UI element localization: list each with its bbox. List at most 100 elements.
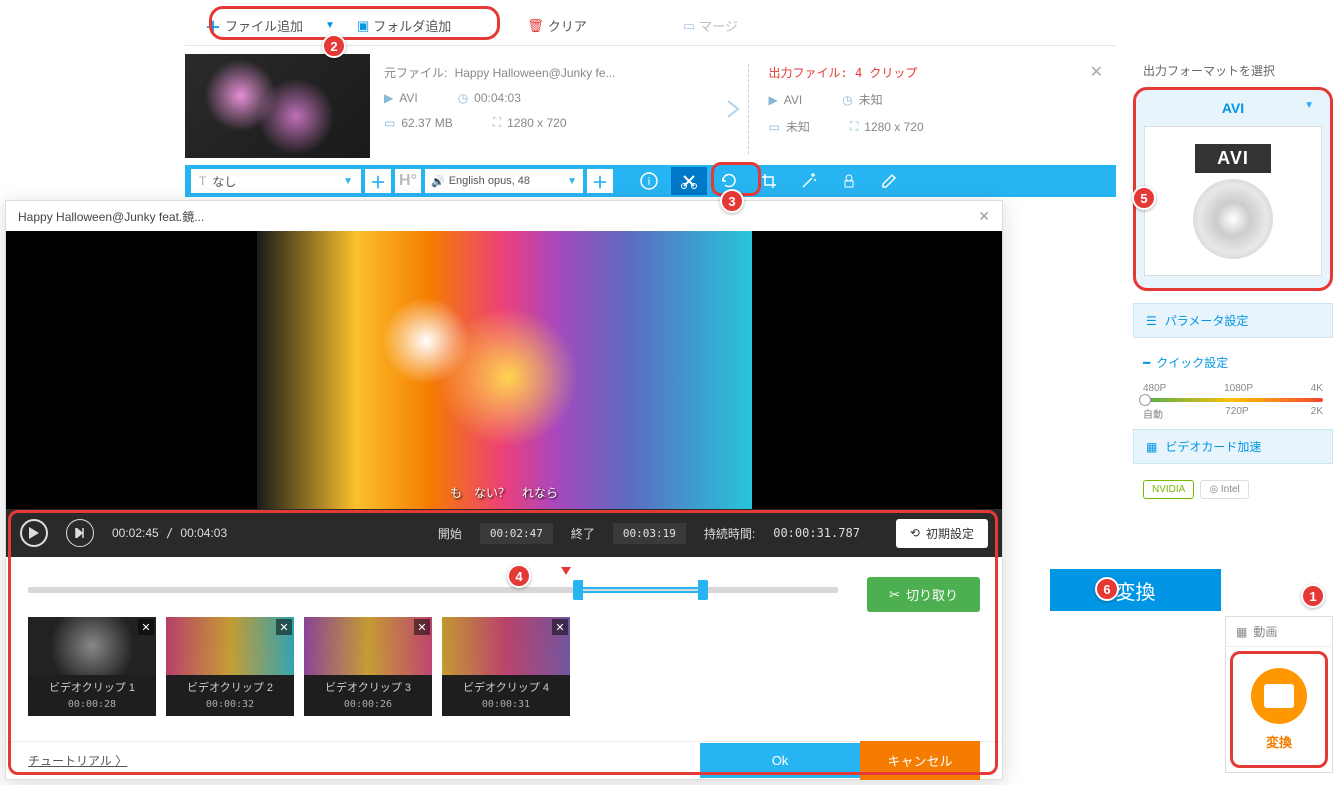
crop-button[interactable] — [751, 167, 787, 195]
tutorial-link[interactable]: チュートリアル 〉 — [28, 752, 127, 769]
quick-settings-label: ━ クイック設定 — [1133, 348, 1333, 377]
timeline-track[interactable] — [28, 587, 838, 593]
output-file-label: 出力ファイル: 4 クリップ — [769, 64, 918, 81]
clock-icon: ◷ — [842, 93, 852, 107]
trim-title: Happy Halloween@Junky feat.鏡... — [18, 208, 204, 225]
clear-label: クリア — [548, 16, 587, 35]
trim-footer: チュートリアル 〉 Ok キャンセル — [6, 741, 1002, 779]
clear-button[interactable]: 🗑 クリア — [519, 12, 595, 39]
gpu-accel-button[interactable]: ▦ ビデオカード加速 — [1133, 429, 1333, 464]
ok-button[interactable]: Ok — [700, 743, 860, 778]
effects-button[interactable] — [791, 167, 827, 195]
cancel-button[interactable]: キャンセル — [860, 741, 980, 780]
folder-icon: ▭ — [384, 116, 395, 130]
step-button[interactable] — [66, 519, 94, 547]
callout-2: 2 — [322, 34, 346, 58]
reset-button[interactable]: ⟲ 初期設定 — [896, 519, 988, 548]
convert-icon — [1251, 668, 1307, 724]
add-audio-button[interactable]: ＋ — [587, 169, 613, 193]
subtitle-settings-button[interactable]: H° — [395, 169, 421, 193]
convert-button[interactable]: 変換 — [1050, 569, 1221, 611]
clock-icon: ◷ — [458, 91, 468, 105]
tab-video[interactable]: ▦ 動画 — [1226, 617, 1332, 647]
remove-clip-icon[interactable]: ✕ — [138, 619, 154, 635]
source-resolution: 1280 x 720 — [507, 116, 566, 130]
start-time-input[interactable]: 00:02:47 — [480, 523, 553, 544]
clip-card[interactable]: ✕ ビデオクリップ 3 00:00:26 — [304, 617, 432, 716]
clip-card[interactable]: ✕ ビデオクリップ 1 00:00:28 — [28, 617, 156, 716]
clips-row: ✕ ビデオクリップ 1 00:00:28 ✕ ビデオクリップ 2 00:00:3… — [6, 609, 1002, 724]
timeline: ✂ 切り取り — [6, 557, 1002, 609]
trim-window: Happy Halloween@Junky feat.鏡... ✕ も ない？ … — [5, 200, 1003, 780]
slider-handle[interactable] — [1139, 394, 1151, 406]
intel-badge: ◎ Intel — [1200, 480, 1248, 499]
duration-value: 00:00:31.787 — [773, 526, 860, 540]
close-icon[interactable]: ✕ — [978, 208, 990, 225]
trim-header: Happy Halloween@Junky feat.鏡... ✕ — [6, 201, 1002, 231]
merge-button[interactable]: ▭ マージ — [675, 12, 746, 39]
playhead-marker[interactable] — [561, 567, 571, 575]
clip-card[interactable]: ✕ ビデオクリップ 2 00:00:32 — [166, 617, 294, 716]
remove-clip-icon[interactable]: ✕ — [276, 619, 292, 635]
audio-track-select[interactable]: 🔊 English opus, 48 ▼ — [425, 169, 583, 193]
end-label: 終了 — [571, 525, 595, 542]
add-file-button[interactable]: ＋ ファイル追加 — [197, 10, 311, 42]
subtitle-select[interactable]: T なし ▼ — [191, 169, 361, 193]
chevron-down-icon: ▼ — [1304, 100, 1314, 111]
parameter-settings-button[interactable]: ☰ パラメータ設定 — [1133, 303, 1333, 338]
add-subtitle-button[interactable]: ＋ — [365, 169, 391, 193]
close-icon[interactable]: ✕ — [1090, 62, 1103, 82]
selection-span — [583, 587, 698, 593]
folder-icon: ▣ — [357, 18, 369, 34]
folder-icon: ▭ — [769, 120, 780, 134]
res-1080p: 1080P — [1224, 383, 1253, 394]
format-dropdown[interactable]: AVI ▼ — [1144, 96, 1322, 120]
clip-label: ビデオクリップ 2 — [166, 675, 294, 699]
add-folder-button[interactable]: ▣ フォルダ追加 — [349, 12, 459, 39]
output-sidebar: 出力フォーマットを選択 AVI ▼ AVI ☰ パラメータ設定 ━ クイック設定… — [1133, 54, 1333, 505]
video-preview: も ない？ れなら — [6, 231, 1002, 509]
speaker-icon: 🔊 — [431, 175, 445, 188]
cut-clip-button[interactable]: ✂ 切り取り — [867, 577, 980, 612]
end-handle[interactable] — [698, 580, 708, 600]
source-file-label: 元ファイル: Happy Halloween@Junky fe... — [384, 64, 616, 81]
edit-button[interactable] — [871, 167, 907, 195]
action-bar: T なし ▼ ＋ H° 🔊 English opus, 48 ▼ ＋ i — [185, 165, 1116, 197]
res-4k: 4K — [1311, 383, 1323, 394]
convert-tab[interactable]: 変換 — [1230, 651, 1328, 768]
scissors-icon: ✂ — [889, 587, 900, 603]
clip-time: 00:00:32 — [166, 699, 294, 716]
clip-thumbnail: ✕ — [442, 617, 570, 675]
start-label: 開始 — [438, 525, 462, 542]
play-controls: 00:02:45 / 00:04:03 開始 00:02:47 終了 00:03… — [6, 509, 1002, 557]
nvidia-badge: NVIDIA — [1143, 480, 1194, 499]
watermark-button[interactable] — [831, 167, 867, 195]
remove-clip-icon[interactable]: ✕ — [552, 619, 568, 635]
callout-6: 6 — [1095, 577, 1119, 601]
plus-icon: ＋ — [205, 14, 221, 38]
quality-slider[interactable]: 480P 1080P 4K 自動 720P 2K — [1133, 377, 1333, 429]
start-handle[interactable] — [573, 580, 583, 600]
trash-icon: 🗑 — [527, 18, 544, 34]
clip-card[interactable]: ✕ ビデオクリップ 4 00:00:31 — [442, 617, 570, 716]
end-time-input[interactable]: 00:03:19 — [613, 523, 686, 544]
file-info-row: 元ファイル: Happy Halloween@Junky fe... ▶AVI … — [185, 54, 1116, 164]
arrow-icon — [718, 64, 748, 154]
format-preview: AVI — [1144, 126, 1322, 276]
format-section-title: 出力フォーマットを選択 — [1133, 54, 1333, 87]
video-thumbnail[interactable] — [185, 54, 370, 158]
format-card[interactable]: AVI ▼ AVI — [1133, 87, 1333, 291]
video-frame[interactable]: も ない？ れなら — [257, 231, 752, 509]
disc-icon — [1193, 179, 1273, 259]
format-icon: ▶ — [769, 93, 778, 107]
info-button[interactable]: i — [631, 167, 667, 195]
text-icon: T — [199, 174, 206, 188]
remove-clip-icon[interactable]: ✕ — [414, 619, 430, 635]
play-button[interactable] — [20, 519, 48, 547]
avi-badge: AVI — [1195, 144, 1271, 173]
callout-5: 5 — [1132, 186, 1156, 210]
convert-label: 変換 — [1116, 576, 1156, 605]
chevron-down-icon[interactable]: ▼ — [325, 20, 335, 31]
refresh-icon: ⟲ — [910, 526, 920, 540]
cut-button[interactable] — [671, 167, 707, 195]
